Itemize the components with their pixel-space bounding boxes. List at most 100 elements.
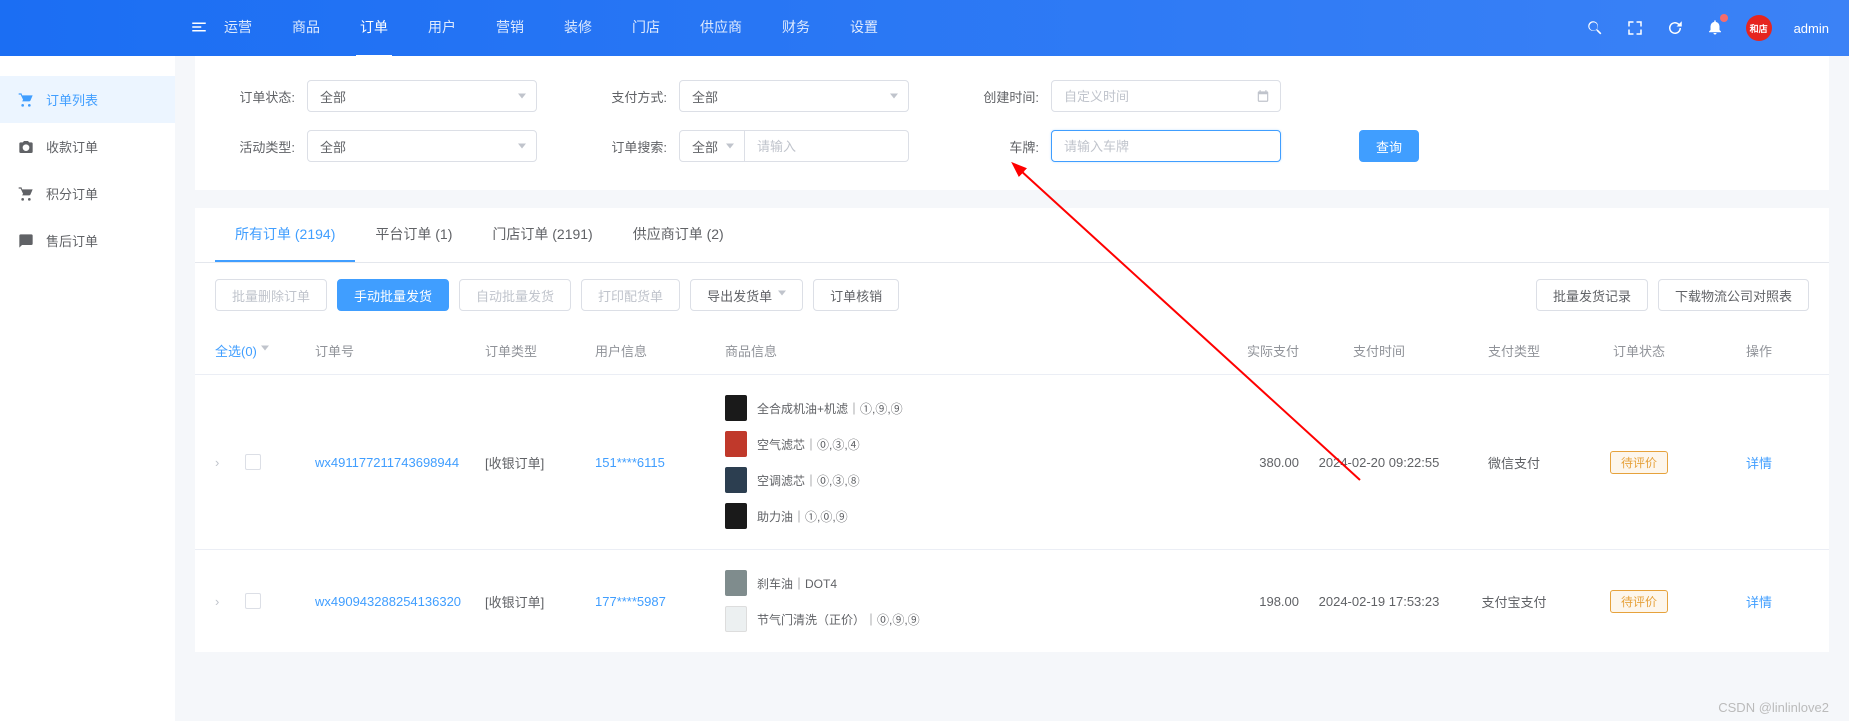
order-no-link[interactable]: wx491177211743698944 <box>315 455 459 470</box>
nav-users[interactable]: 用户 <box>424 0 460 58</box>
col-order-no: 订单号 <box>315 341 485 360</box>
filter-label-payment: 支付方式: <box>597 87 667 106</box>
print-button[interactable]: 打印配货单 <box>581 279 680 311</box>
chevron-down-icon <box>261 346 269 351</box>
watermark: CSDN @linlinlove2 <box>1718 700 1829 715</box>
row-checkbox[interactable] <box>245 454 261 470</box>
tab-supplier-orders[interactable]: 供应商订单 (2) <box>613 208 744 262</box>
nav-goods[interactable]: 商品 <box>288 0 324 58</box>
filter-label-plate: 车牌: <box>969 137 1039 156</box>
order-table-card: 所有订单 (2194) 平台订单 (1) 门店订单 (2191) 供应商订单 (… <box>195 208 1829 652</box>
detail-link[interactable]: 详情 <box>1746 456 1772 471</box>
chevron-down-icon <box>518 144 526 149</box>
col-operation: 操作 <box>1709 341 1809 360</box>
pay-type: 支付宝支付 <box>1459 592 1569 611</box>
nav-operations[interactable]: 运营 <box>220 0 256 58</box>
menu-collapse-icon[interactable] <box>190 18 208 36</box>
nav-marketing[interactable]: 营销 <box>492 0 528 58</box>
expand-icon[interactable]: › <box>215 455 235 470</box>
select-activity-type[interactable]: 全部 <box>307 130 537 162</box>
order-table: 全选(0) 订单号 订单类型 用户信息 商品信息 实际支付 支付时间 支付类型 … <box>195 327 1829 652</box>
auto-ship-button[interactable]: 自动批量发货 <box>459 279 571 311</box>
filter-label-status: 订单状态: <box>225 87 295 106</box>
select-search-scope[interactable]: 全部 <box>679 130 745 162</box>
col-order-type: 订单类型 <box>485 341 595 360</box>
chevron-down-icon <box>890 94 898 99</box>
goods-list: 刹车油｜DOT4节气门清洗（正价）｜⓪,⑨,⑨ <box>725 570 1219 632</box>
row-checkbox[interactable] <box>245 593 261 609</box>
calendar-icon <box>1256 89 1270 103</box>
nav-orders[interactable]: 订单 <box>356 0 392 58</box>
table-toolbar: 批量删除订单 手动批量发货 自动批量发货 打印配货单 导出发货单 订单核销 批量… <box>195 263 1829 327</box>
nav-stores[interactable]: 门店 <box>628 0 664 58</box>
sidebar-item-aftersale-orders[interactable]: 售后订单 <box>0 217 175 264</box>
goods-thumbnail <box>725 570 747 596</box>
notification-dot <box>1720 14 1728 22</box>
plate-input-wrap[interactable] <box>1051 130 1281 162</box>
fullscreen-icon[interactable] <box>1626 19 1644 37</box>
filter-label-search: 订单搜索: <box>597 137 667 156</box>
sidebar-item-points-orders[interactable]: 积分订单 <box>0 170 175 217</box>
export-button[interactable]: 导出发货单 <box>690 279 803 311</box>
select-order-status[interactable]: 全部 <box>307 80 537 112</box>
col-user-info: 用户信息 <box>595 341 725 360</box>
filter-panel: 订单状态: 全部 支付方式: 全部 创建时间: 活动类型: <box>195 56 1829 190</box>
sidebar-item-order-list[interactable]: 订单列表 <box>0 76 175 123</box>
date-range-input[interactable] <box>1051 80 1281 112</box>
verify-button[interactable]: 订单核销 <box>813 279 899 311</box>
date-input-field[interactable] <box>1064 89 1250 104</box>
order-no-link[interactable]: wx490943288254136320 <box>315 594 461 609</box>
tab-platform-orders[interactable]: 平台订单 (1) <box>355 208 472 262</box>
goods-name: 空调滤芯｜⓪,③,⑧ <box>757 472 860 489</box>
goods-name: 刹车油｜DOT4 <box>757 575 837 592</box>
goods-item: 空气滤芯｜⓪,③,④ <box>725 431 1219 457</box>
sidebar: 订单列表 收款订单 积分订单 售后订单 <box>0 56 175 721</box>
actual-pay: 198.00 <box>1219 594 1299 609</box>
search-input-wrap[interactable] <box>745 130 909 162</box>
sidebar-item-label: 积分订单 <box>46 184 98 203</box>
col-actual-pay: 实际支付 <box>1219 341 1299 360</box>
goods-item: 助力油｜①,⓪,⑨ <box>725 503 1219 529</box>
status-badge: 待评价 <box>1610 590 1668 613</box>
manual-ship-button[interactable]: 手动批量发货 <box>337 279 449 311</box>
pay-time: 2024-02-20 09:22:55 <box>1299 455 1459 470</box>
select-all-link[interactable]: 全选(0) <box>215 341 269 360</box>
sidebar-item-label: 收款订单 <box>46 137 98 156</box>
table-row: › wx490943288254136320 [收银订单] 177****598… <box>195 549 1829 652</box>
plate-input[interactable] <box>1064 139 1250 154</box>
top-bar: 运营 商品 订单 用户 营销 装修 门店 供应商 财务 设置 和店 admin <box>0 0 1849 56</box>
table-header: 全选(0) 订单号 订单类型 用户信息 商品信息 实际支付 支付时间 支付类型 … <box>195 327 1829 374</box>
goods-name: 空气滤芯｜⓪,③,④ <box>757 436 860 453</box>
top-nav: 运营 商品 订单 用户 营销 装修 门店 供应商 财务 设置 <box>220 0 882 58</box>
actual-pay: 380.00 <box>1219 455 1299 470</box>
order-type: [收银订单] <box>485 453 595 472</box>
tab-store-orders[interactable]: 门店订单 (2191) <box>472 208 612 262</box>
avatar[interactable]: 和店 <box>1746 15 1772 41</box>
username[interactable]: admin <box>1794 21 1829 36</box>
nav-decoration[interactable]: 装修 <box>560 0 596 58</box>
pay-type: 微信支付 <box>1459 453 1569 472</box>
nav-finance[interactable]: 财务 <box>778 0 814 58</box>
order-type: [收银订单] <box>485 592 595 611</box>
batch-delete-button[interactable]: 批量删除订单 <box>215 279 327 311</box>
nav-suppliers[interactable]: 供应商 <box>696 0 746 58</box>
status-badge: 待评价 <box>1610 451 1668 474</box>
sidebar-item-payment-orders[interactable]: 收款订单 <box>0 123 175 170</box>
user-link[interactable]: 177****5987 <box>595 594 666 609</box>
ship-log-button[interactable]: 批量发货记录 <box>1536 279 1648 311</box>
download-mapping-button[interactable]: 下载物流公司对照表 <box>1658 279 1809 311</box>
search-input[interactable] <box>757 139 878 154</box>
query-button[interactable]: 查询 <box>1359 130 1419 162</box>
search-icon[interactable] <box>1586 19 1604 37</box>
expand-icon[interactable]: › <box>215 594 235 609</box>
user-link[interactable]: 151****6115 <box>595 455 665 470</box>
tab-all-orders[interactable]: 所有订单 (2194) <box>215 208 355 262</box>
nav-settings[interactable]: 设置 <box>846 0 882 58</box>
refresh-icon[interactable] <box>1666 19 1684 37</box>
col-pay-type: 支付类型 <box>1459 341 1569 360</box>
notification-bell[interactable] <box>1706 18 1724 39</box>
pay-time: 2024-02-19 17:53:23 <box>1299 594 1459 609</box>
select-payment-method[interactable]: 全部 <box>679 80 909 112</box>
detail-link[interactable]: 详情 <box>1746 595 1772 610</box>
goods-item: 全合成机油+机滤｜①,⑨,⑨ <box>725 395 1219 421</box>
